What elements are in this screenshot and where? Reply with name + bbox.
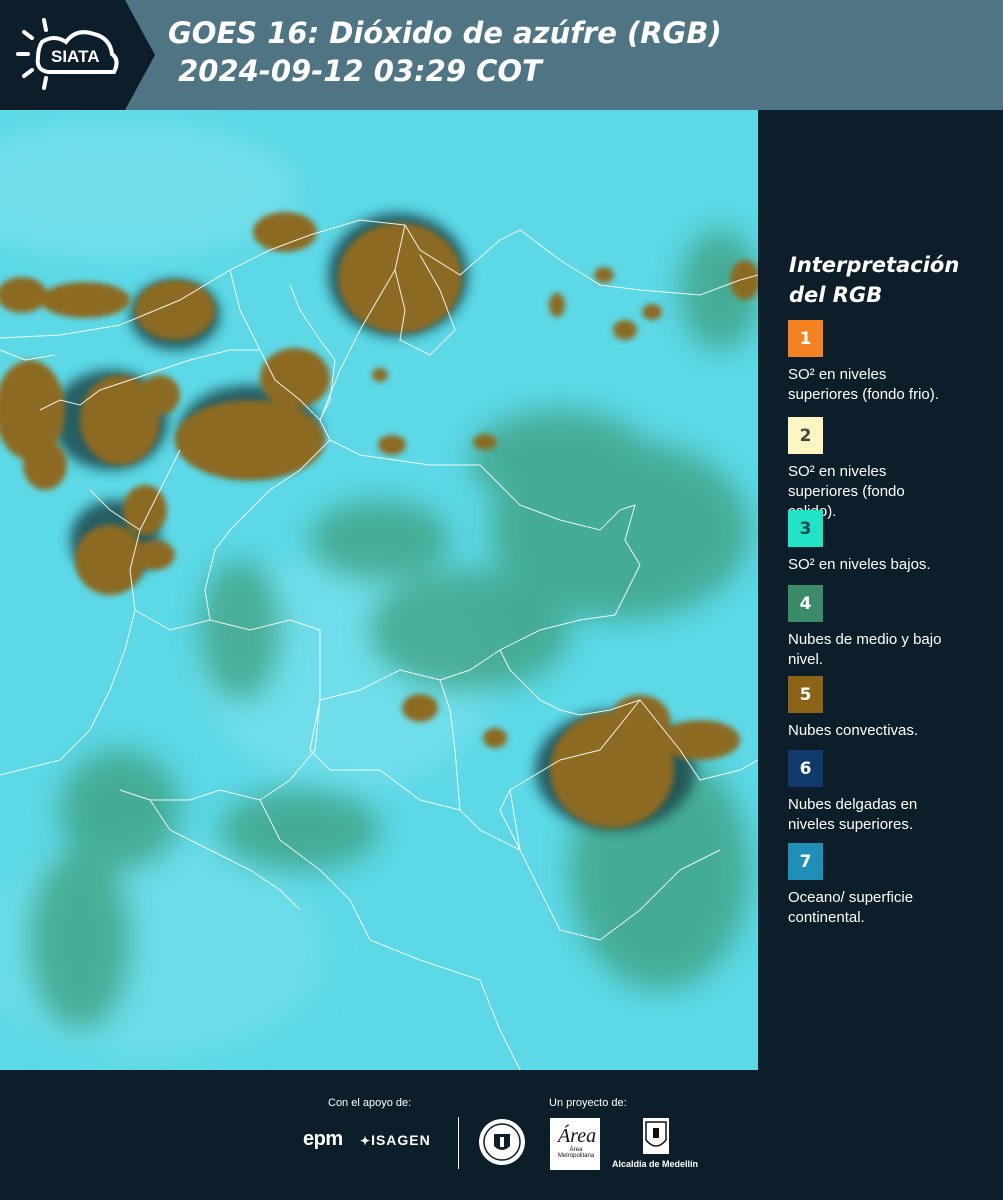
legend-swatch-5: 5 [788,676,823,713]
footer: Con el apoyo de: Un proyecto de: epm ✦IS… [0,1070,1003,1200]
map-image [0,110,758,1070]
area-metropolitana-text: Área Metropolitana [557,1147,595,1159]
footer-divider [458,1117,459,1169]
legend-item-3: 3 SO² en niveles bajos. [788,510,978,575]
alcaldia-shield-icon [643,1118,669,1154]
support-label: Con el apoyo de: [328,1097,412,1109]
legend-item-4: 4 Nubes de medio y bajo nivel. [788,585,978,670]
legend-panel: Interpretación del RGB 1 SO² en niveles … [758,110,1003,1070]
area-metropolitana-logo: Área [550,1118,600,1170]
isagen-logo: ✦ISAGEN [360,1132,431,1148]
legend-text-1: SO² en niveles superiores (fondo frio). [788,366,939,403]
project-label: Un proyecto de: [549,1097,627,1109]
legend-text-6: Nubes delgadas en niveles superiores. [788,796,918,833]
legend-swatch-7: 7 [788,843,823,880]
satellite-map[interactable] [0,110,758,1070]
legend-item-5: 5 Nubes convectivas. [788,676,978,741]
header: SIATA GOES 16: Dióxido de azúfre (RGB) 2… [0,0,1003,110]
legend-swatch-1: 1 [788,320,823,357]
medellin-seal-icon [479,1119,525,1165]
siata-logo: SIATA [16,18,119,90]
legend-text-4: Nubes de medio y bajo nivel. [788,631,942,668]
legend-text-7: Oceano/ superficie continental. [788,889,914,926]
legend-text-5: Nubes convectivas. [788,722,919,739]
svg-text:Área: Área [556,1124,596,1147]
legend-title: Interpretación del RGB [789,253,960,307]
legend-swatch-2: 2 [788,417,823,454]
legend-item-1: 1 SO² en niveles superiores (fondo frio)… [788,320,978,405]
legend-item-6: 6 Nubes delgadas en niveles superiores. [788,750,978,835]
page-title: GOES 16: Dióxido de azúfre (RGB) 2024-09… [168,16,722,88]
legend-swatch-3: 3 [788,510,823,547]
legend-text-3: SO² en niveles bajos. [788,556,931,573]
legend-item-7: 7 Oceano/ superficie continental. [788,843,978,928]
epm-logo: epm [303,1128,343,1150]
legend-swatch-6: 6 [788,750,823,787]
legend-item-2: 2 SO² en niveles superiores (fondo calid… [788,417,978,522]
logo-text: SIATA [51,47,99,66]
legend-swatch-4: 4 [788,585,823,622]
alcaldia-text: Alcaldía de Medellín [612,1159,699,1169]
